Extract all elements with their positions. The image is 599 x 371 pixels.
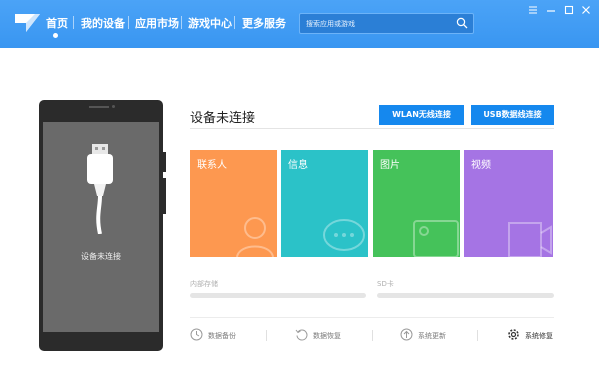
nav-app-market[interactable]: 应用市场 [135, 15, 179, 31]
phone-illustration: 设备未连接 [39, 100, 166, 351]
tool-separator [477, 330, 478, 341]
active-indicator [53, 33, 58, 38]
search-input[interactable] [306, 16, 451, 31]
tile-contacts[interactable]: 联系人 [190, 150, 277, 257]
nav-game-center[interactable]: 游戏中心 [188, 15, 232, 31]
phone-side-button [163, 152, 166, 172]
data-restore-button[interactable]: 数据恢复 [295, 328, 365, 342]
maximize-icon[interactable] [563, 4, 575, 16]
video-icon [508, 222, 552, 257]
data-backup-button[interactable]: 数据备份 [190, 328, 260, 342]
wlan-connect-button[interactable]: WLAN无线连接 [379, 105, 464, 125]
internal-storage-bar [190, 293, 366, 298]
tool-separator [266, 330, 267, 341]
phone-camera [112, 105, 115, 108]
nav-my-device[interactable]: 我的设备 [81, 15, 125, 31]
search-icon[interactable] [456, 17, 468, 29]
minimize-icon[interactable] [545, 4, 557, 16]
tool-label: 系统修复 [525, 332, 553, 340]
internal-storage-label: 内部存储 [190, 280, 218, 288]
tile-videos[interactable]: 视频 [464, 150, 553, 257]
update-icon [400, 328, 413, 341]
search-box[interactable] [299, 13, 474, 34]
message-icon [323, 219, 365, 251]
tool-separator [372, 330, 373, 341]
divider [190, 317, 554, 318]
tile-label: 联系人 [197, 160, 227, 171]
phone-status-text: 设备未连接 [81, 252, 121, 261]
contact-icon [236, 217, 274, 257]
sd-card-bar [377, 293, 554, 298]
tile-label: 图片 [380, 160, 400, 171]
usb-cable-icon [87, 144, 113, 234]
settings-icon [508, 329, 519, 340]
tool-label: 数据恢复 [313, 332, 341, 340]
device-status-title: 设备未连接 [190, 111, 256, 126]
picture-icon [413, 220, 459, 257]
nav-separator [73, 16, 74, 29]
sd-card-label: SD卡 [377, 280, 394, 288]
phone-side-button [163, 178, 166, 214]
close-icon[interactable] [580, 4, 592, 16]
menu-icon[interactable] [527, 4, 539, 16]
nav-home[interactable]: 首页 [46, 15, 68, 31]
phone-speaker [89, 106, 109, 108]
tile-label: 视频 [471, 160, 491, 171]
nav-separator [234, 16, 235, 29]
phone-screen [43, 122, 159, 332]
tile-pictures[interactable]: 图片 [373, 150, 460, 257]
tile-messages[interactable]: 信息 [281, 150, 368, 257]
usb-connect-button[interactable]: USB数据线连接 [471, 105, 554, 125]
nav-more-services[interactable]: 更多服务 [242, 15, 286, 31]
top-bar: 首页 我的设备 应用市场 游戏中心 更多服务 [0, 0, 599, 48]
divider [190, 128, 554, 129]
tool-label: 系统更新 [418, 332, 446, 340]
nav-separator [128, 16, 129, 29]
tool-label: 数据备份 [208, 332, 236, 340]
backup-icon [190, 328, 203, 341]
tile-label: 信息 [288, 160, 308, 171]
system-update-button[interactable]: 系统更新 [400, 328, 470, 342]
nav-separator [181, 16, 182, 29]
restore-icon [295, 329, 308, 341]
system-repair-button[interactable]: 系统修复 [507, 328, 557, 342]
logo-icon [15, 14, 40, 32]
